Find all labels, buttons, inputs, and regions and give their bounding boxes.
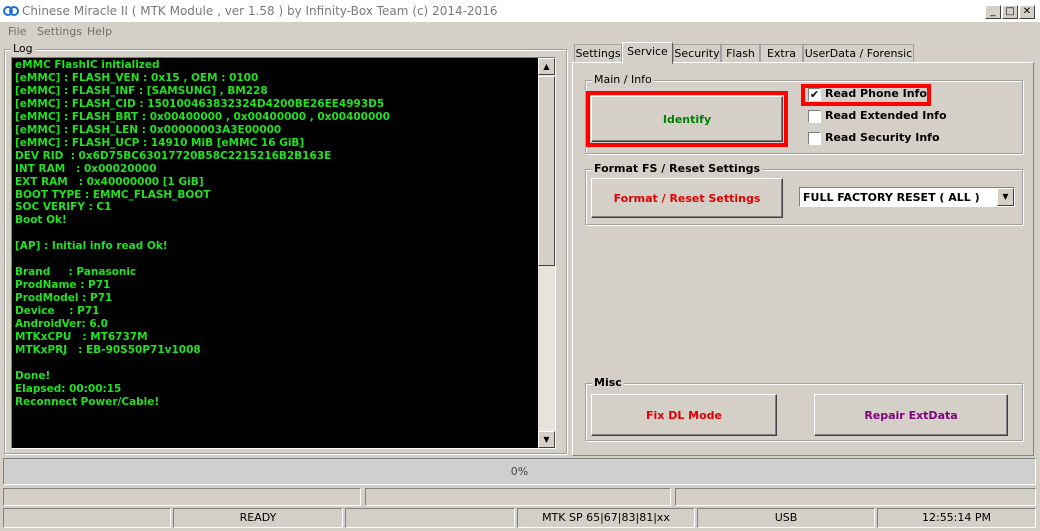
- close-button[interactable]: ✕: [1019, 5, 1035, 19]
- checkbox-read-phone-info[interactable]: ✔: [808, 88, 821, 101]
- scroll-thumb[interactable]: [538, 76, 555, 266]
- log-line: ProdName : P71: [15, 279, 111, 292]
- log-line: ProdModel : P71: [15, 292, 113, 305]
- window-title: Chinese Miracle II ( MTK Module , ver 1.…: [22, 4, 498, 18]
- read-phone-info-label: Read Phone Info: [825, 87, 927, 100]
- tab-service[interactable]: Service: [622, 42, 673, 64]
- log-line: [eMMC] : FLASH_INF : [SAMSUNG] , BM228: [15, 84, 268, 97]
- menu-help[interactable]: Help: [87, 25, 112, 38]
- log-line: [eMMC] : FLASH_VEN : 0x15 , OEM : 0100: [15, 71, 259, 84]
- fix-dl-mode-button[interactable]: Fix DL Mode: [591, 394, 777, 436]
- tab-extra[interactable]: Extra: [760, 44, 803, 63]
- read-security-info-label: Read Security Info: [825, 131, 940, 144]
- status-cell-empty: [3, 508, 171, 528]
- log-line: INT RAM : 0x00020000: [15, 162, 157, 175]
- log-scrollbar[interactable]: ▲ ▼: [538, 58, 555, 448]
- log-line: Boot Ok!: [15, 214, 67, 227]
- log-line: [AP] : Initial info read Ok!: [15, 240, 168, 253]
- log-line: [eMMC] : FLASH_LEN : 0x00000003A3E00000: [15, 123, 282, 136]
- info-panel-3: [675, 488, 1036, 506]
- checkbox-read-extended-info[interactable]: [808, 110, 821, 123]
- status-connection: USB: [697, 508, 875, 528]
- scroll-up-icon[interactable]: ▲: [538, 58, 555, 75]
- log-line: Device : P71: [15, 305, 100, 318]
- progress-bar: 0%: [3, 458, 1036, 485]
- log-line: SOC VERIFY : C1: [15, 201, 112, 214]
- menu-bar: File Settings Help: [0, 22, 1040, 42]
- log-line: BOOT TYPE : EMMC_FLASH_BOOT: [15, 188, 211, 201]
- format-title: Format FS / Reset Settings: [592, 162, 763, 175]
- misc-title: Misc: [592, 376, 624, 389]
- log-lines: eMMC FlashIC initialized [eMMC] : FLASH_V…: [15, 59, 535, 409]
- title-bar: Chinese Miracle II ( MTK Module , ver 1.…: [0, 0, 1040, 22]
- repair-extdata-button[interactable]: Repair ExtData: [814, 394, 1008, 436]
- info-panel-2: [365, 488, 671, 506]
- minimize-button[interactable]: _: [985, 5, 1001, 19]
- log-line: Done!: [15, 369, 51, 382]
- tab-flash[interactable]: Flash: [721, 44, 760, 63]
- log-line: Brand : Panasonic: [15, 266, 137, 279]
- main-info-title: Main / Info: [592, 73, 654, 86]
- chevron-down-icon[interactable]: ▼: [997, 188, 1014, 206]
- read-extended-info-option[interactable]: Read Extended Info: [808, 109, 958, 125]
- log-line: Elapsed: 00:00:15: [15, 382, 122, 395]
- log-line: MTKxPRJ : EB-90S50P71v1008: [15, 343, 201, 356]
- tab-security[interactable]: Security: [673, 44, 721, 63]
- read-security-info-option[interactable]: Read Security Info: [808, 131, 958, 147]
- menu-settings[interactable]: Settings: [37, 25, 82, 38]
- log-output[interactable]: eMMC FlashIC initialized [eMMC] : FLASH_V…: [11, 57, 556, 449]
- log-line: MTKxCPU : MT6737M: [15, 331, 148, 344]
- status-cell-empty-2: [345, 508, 515, 528]
- menu-file[interactable]: File: [8, 25, 26, 38]
- app-icon: [3, 6, 19, 16]
- status-state: READY: [173, 508, 343, 528]
- log-line: Reconnect Power/Cable!: [15, 395, 160, 408]
- tab-userdata-forensic[interactable]: UserData / Forensic: [803, 44, 914, 63]
- status-protocol: MTK SP 65|67|83|81|xx: [517, 508, 695, 528]
- read-phone-info-option[interactable]: ✔ Read Phone Info: [808, 87, 948, 103]
- log-line: EXT RAM : 0x40000000 [1 GiB]: [15, 175, 204, 188]
- log-label: Log: [11, 42, 35, 55]
- tab-settings[interactable]: Settings: [574, 44, 622, 63]
- format-reset-button[interactable]: Format / Reset Settings: [591, 178, 783, 218]
- log-line: DEV RID : 0x6D75BC63017720B58C2215216B2B…: [15, 149, 332, 162]
- log-line: AndroidVer: 6.0: [15, 318, 108, 331]
- log-line: [eMMC] : FLASH_UCP : 14910 MiB [eMMC 16 …: [15, 136, 305, 149]
- log-line: eMMC FlashIC initialized: [15, 59, 160, 71]
- info-panel-1: [3, 488, 361, 506]
- status-time: 12:55:14 PM: [877, 508, 1036, 528]
- read-extended-info-label: Read Extended Info: [825, 109, 947, 122]
- scroll-down-icon[interactable]: ▼: [538, 431, 555, 448]
- identify-button[interactable]: Identify: [591, 96, 783, 142]
- log-line: [eMMC] : FLASH_CID : 150100463832324D420…: [15, 97, 385, 110]
- progress-text: 0%: [510, 465, 529, 478]
- reset-mode-value: FULL FACTORY RESET ( ALL ): [803, 191, 980, 204]
- log-line: [eMMC] : FLASH_BRT : 0x00400000 , 0x0040…: [15, 110, 390, 123]
- reset-mode-select[interactable]: FULL FACTORY RESET ( ALL ) ▼: [799, 187, 1015, 207]
- checkbox-read-security-info[interactable]: [808, 132, 821, 145]
- maximize-button[interactable]: □: [1002, 5, 1018, 19]
